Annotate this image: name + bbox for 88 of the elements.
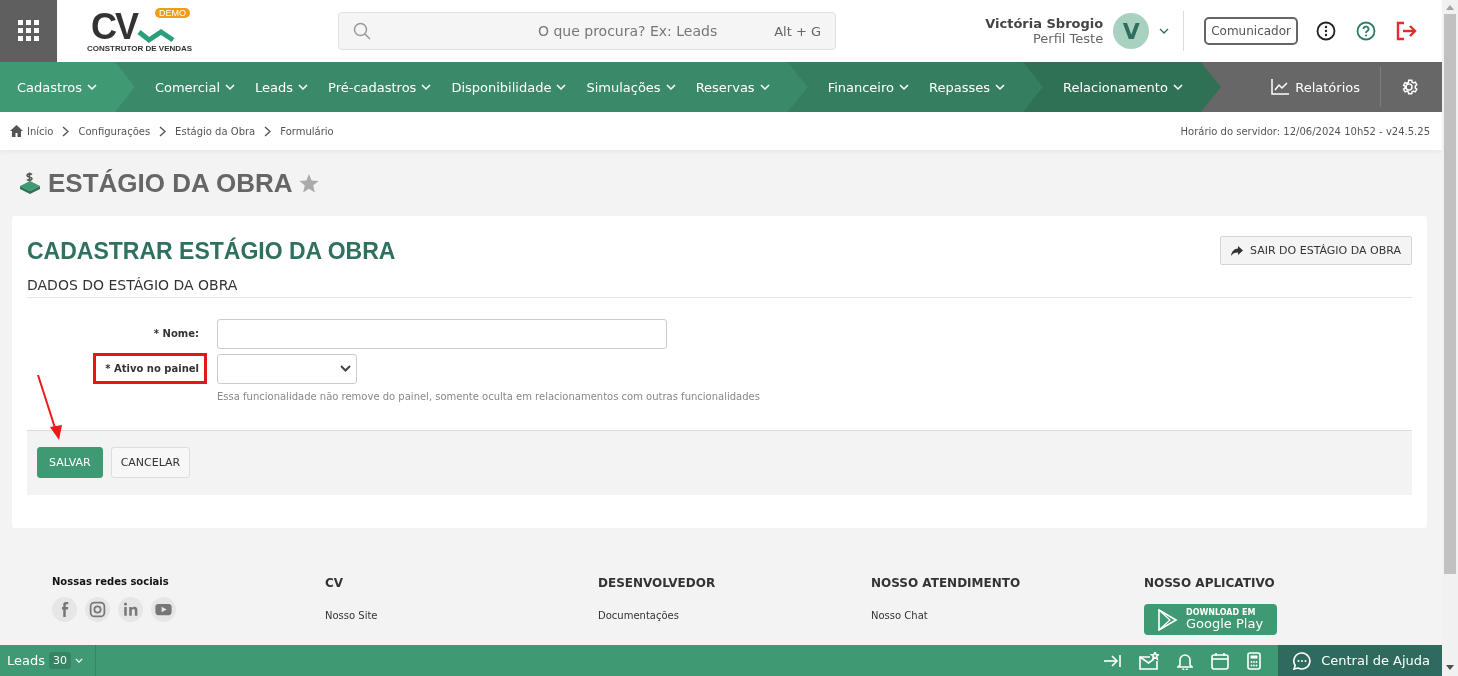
leads-dropdown[interactable]: Leads 30 [0, 645, 96, 676]
play-store-icon [1158, 608, 1178, 631]
footer-heading: CV [325, 576, 345, 590]
breadcrumb-link[interactable]: Estágio da Obra [175, 125, 256, 137]
chevron-down-icon [75, 658, 83, 663]
footer-link[interactable]: Nosso Chat [871, 610, 1144, 621]
apps-menu-button[interactable] [0, 0, 57, 62]
footer-link[interactable]: Nosso Site [325, 610, 598, 621]
chevron-down-icon [421, 84, 432, 90]
chevron-down-icon [298, 84, 309, 90]
menu-item[interactable]: Financeiro [827, 79, 909, 95]
section-heading: DADOS DO ESTÁGIO DA OBRA [27, 265, 1412, 298]
info-icon[interactable] [1316, 21, 1336, 41]
envelope-star-icon[interactable] [1139, 651, 1160, 670]
user-profile: Perfil Teste [1031, 31, 1104, 46]
logout-icon[interactable] [1396, 21, 1418, 41]
chevron-down-icon [86, 84, 97, 90]
select-field[interactable] [217, 353, 357, 384]
instagram-icon[interactable] [85, 597, 110, 622]
field-label: * Ativo no painel [93, 353, 207, 384]
chat-bubble-icon [1293, 651, 1312, 670]
field-hint: Essa funcionalidade não remove do painel, somente oculta em relacionamentos com outras funcionalidades [217, 391, 761, 402]
chevron-down-icon[interactable] [1159, 28, 1170, 34]
line-chart-icon [1271, 79, 1290, 95]
chevron-down-icon [994, 84, 1005, 90]
chevron-down-icon [899, 84, 909, 90]
money-stack-icon [18, 171, 42, 195]
help-icon[interactable] [1356, 21, 1376, 41]
linkedin-icon[interactable] [118, 597, 143, 622]
page-title: ESTÁGIO DA OBRA [48, 167, 293, 199]
footer-heading: NOSSO ATENDIMENTO [871, 576, 1022, 590]
demo-badge: DEMO [155, 7, 190, 18]
logo-mark: CV [91, 9, 137, 44]
save-button[interactable]: SALVAR [37, 447, 103, 478]
youtube-icon[interactable] [151, 597, 176, 622]
facebook-icon[interactable] [52, 597, 77, 622]
menu-item[interactable]: Relacionamento [1062, 79, 1183, 95]
home-icon [10, 125, 23, 137]
star-icon[interactable] [298, 173, 319, 193]
chevron-down-icon [556, 84, 567, 90]
grid-menu-icon [17, 20, 40, 42]
chevron-right-icon [62, 125, 70, 137]
menu-item[interactable]: Comercial [154, 79, 235, 95]
reports-link[interactable]: Relatórios [1251, 79, 1380, 95]
search-icon [353, 22, 371, 40]
user-name: Victória Sbrogio [985, 16, 1104, 31]
breadcrumb-link[interactable]: Início [10, 125, 54, 137]
chevron-down-icon [1172, 84, 1183, 90]
settings-icon[interactable] [1400, 78, 1418, 96]
communicator-button[interactable]: Comunicador [1204, 17, 1298, 45]
cancel-button[interactable]: CANCELAR [110, 447, 191, 478]
bell-icon[interactable] [1177, 651, 1194, 670]
input-field[interactable] [217, 318, 667, 349]
footer-heading: NOSSO APLICATIVO [1144, 576, 1276, 590]
field-label: * Nome: [152, 327, 200, 341]
footer-link[interactable]: Documentações [598, 610, 871, 621]
logo-tagline: CONSTRUTOR DE VENDAS [87, 43, 191, 53]
breadcrumb-link[interactable]: Configurações [78, 125, 151, 137]
menu-item[interactable]: Disponibilidade [451, 79, 567, 95]
form-title: CADASTRAR ESTÁGIO DA OBRA [27, 238, 396, 265]
search-placeholder: O que procura? Ex: Leads [536, 23, 719, 39]
search-field[interactable]: O que procura? Ex: Leads Alt + G [338, 12, 836, 50]
calendar-icon[interactable] [1211, 651, 1230, 670]
google-play-badge[interactable]: DOWNLOAD EM Google Play [1144, 604, 1278, 635]
breadcrumb-current: Formulário [280, 125, 334, 137]
menu-item[interactable]: Leads [255, 79, 309, 95]
leads-count: 30 [49, 652, 71, 669]
chevron-down-icon [340, 365, 351, 372]
arrow-to-line-icon[interactable] [1103, 652, 1122, 669]
menu-item[interactable]: Simulações [586, 79, 676, 95]
chevron-down-icon [665, 84, 676, 90]
menu-item[interactable]: Repasses [929, 79, 1005, 95]
footer-heading: DESENVOLVEDOR [598, 576, 717, 590]
share-arrow-icon [1231, 245, 1243, 256]
chevron-down-icon [759, 84, 770, 90]
chevron-down-icon [225, 84, 235, 90]
menu-item[interactable]: Reservas [695, 79, 770, 95]
shortcut-hint: Alt + G [774, 23, 821, 39]
user-avatar[interactable]: V [1113, 13, 1150, 49]
menu-item[interactable]: Pré-cadastros [328, 79, 432, 95]
exit-button[interactable]: SAIR DO ESTÁGIO DA OBRA [1220, 236, 1412, 265]
calculator-icon[interactable] [1247, 651, 1262, 670]
menu-item[interactable]: Cadastros [17, 79, 97, 95]
chevron-right-icon [159, 125, 167, 137]
social-heading: Nossas redes sociais [52, 576, 170, 587]
server-time: Horário do servidor: 12/06/2024 10h52 - v24.5.25 [1180, 125, 1430, 137]
help-center-button[interactable]: Central de Ajuda [1278, 645, 1442, 676]
chevron-right-icon [264, 125, 272, 137]
